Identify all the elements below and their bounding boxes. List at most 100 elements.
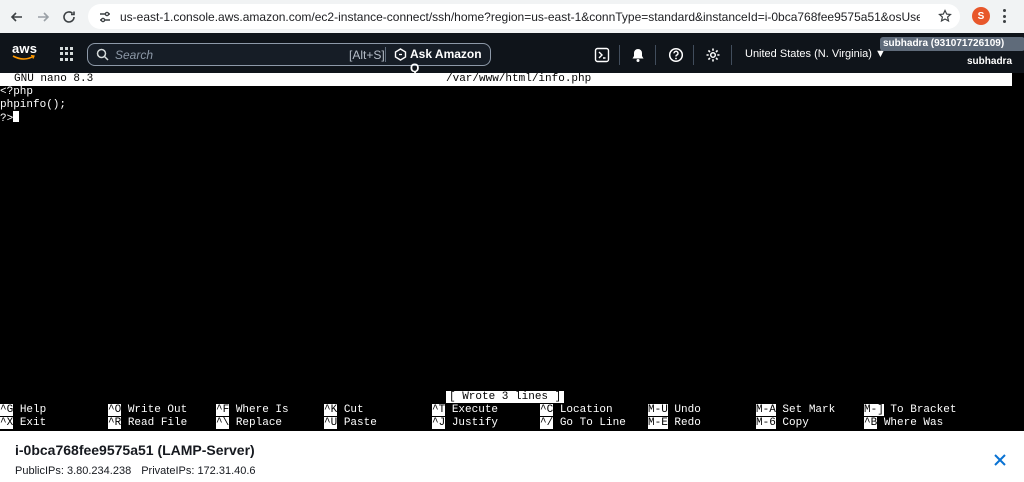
shortcut-key: ^O xyxy=(108,404,122,416)
close-icon[interactable] xyxy=(993,453,1007,467)
shortcut-label: To Bracket xyxy=(890,404,957,416)
code-line: ?> xyxy=(0,111,20,126)
arrow-right-icon xyxy=(38,11,50,22)
shortcut-justify: ^J Justify xyxy=(432,416,499,430)
shortcut-read-file: ^R Read File xyxy=(108,416,188,430)
header-separator xyxy=(693,45,694,65)
search-divider xyxy=(385,47,386,62)
site-settings-icon[interactable] xyxy=(98,10,112,24)
shortcut-label: Location xyxy=(559,404,613,416)
shortcut-help: ^G Help xyxy=(0,404,46,417)
search-placeholder: Search xyxy=(115,48,154,62)
shortcut-redo: M-E Redo xyxy=(648,416,701,430)
cloudshell-icon[interactable] xyxy=(594,47,610,63)
shortcut-paste: ^U Paste xyxy=(324,416,377,430)
instance-info-panel: i-0bca768fee9575a51 (LAMP-Server) Public… xyxy=(0,431,1024,482)
shortcut-key: ^/ xyxy=(540,416,554,429)
instance-title: i-0bca768fee9575a51 (LAMP-Server) xyxy=(15,442,255,458)
shortcut-label: Where Is xyxy=(235,404,289,416)
code-line-text: ?> xyxy=(0,113,14,125)
search-icon xyxy=(96,48,109,61)
reload-icon xyxy=(63,10,75,23)
settings-gear-icon[interactable] xyxy=(705,47,721,63)
shortcut-key: ^X xyxy=(0,416,14,429)
shortcut-execute: ^T Execute xyxy=(432,404,498,417)
shortcut-location: ^C Location xyxy=(540,404,613,417)
shortcut-undo: M-U Undo xyxy=(648,404,701,417)
browser-menu-icon[interactable] xyxy=(1002,9,1006,23)
shortcut-copy: M-6 Copy xyxy=(756,416,809,430)
shortcut-write-out: ^O Write Out xyxy=(108,404,187,417)
code-line: <?php xyxy=(0,86,34,98)
bookmark-star-icon[interactable] xyxy=(938,9,952,23)
account-badge[interactable]: subhadra (931071726109) xyxy=(880,37,1024,51)
console-search[interactable]: Search [Alt+S] Ask Amazon Q xyxy=(87,43,491,75)
private-ips: PrivateIPs: 172.31.40.6 xyxy=(141,465,256,477)
shortcut-label: Undo xyxy=(674,404,701,416)
shortcut-label: Replace xyxy=(235,416,283,429)
shortcut-key: M-U xyxy=(648,404,668,416)
shortcut-key: M-] xyxy=(864,404,884,416)
shortcut-go-to-line: ^/ Go To Line xyxy=(540,416,626,430)
shortcut-key: M-6 xyxy=(756,416,776,429)
shortcut-replace: ^\ Replace xyxy=(216,416,283,430)
profile-avatar[interactable]: S xyxy=(972,7,990,25)
ask-amazon-q-button[interactable]: Ask Amazon Q xyxy=(410,47,490,75)
shortcut-label: Go To Line xyxy=(559,416,626,429)
reload-button[interactable] xyxy=(56,4,82,30)
nano-title-bar: GNU nano 8.3 /var/www/html/info.php xyxy=(0,73,1012,86)
shortcut-key: ^R xyxy=(108,416,122,429)
url-text: us-east-1.console.aws.amazon.com/ec2-ins… xyxy=(120,9,920,24)
shortcut-label: Justify xyxy=(451,416,499,429)
aws-logo-text: aws xyxy=(12,41,38,56)
shortcut-label: Where Was xyxy=(883,416,944,429)
shortcut-key: M-E xyxy=(648,416,668,429)
shortcut-key: ^F xyxy=(216,404,230,416)
arrow-left-icon xyxy=(10,11,22,22)
help-icon[interactable] xyxy=(668,47,684,63)
shortcut-key: ^C xyxy=(540,404,554,416)
header-separator xyxy=(655,45,656,65)
shortcut-key: ^T xyxy=(432,404,446,416)
shortcut-key: ^U xyxy=(324,416,338,429)
shortcut-key: ^J xyxy=(432,416,446,429)
shortcut-label: Execute xyxy=(451,404,499,416)
shortcut-key: ^\ xyxy=(216,416,230,429)
code-line: phpinfo(); xyxy=(0,98,67,111)
instance-ips: PublicIPs: 3.80.234.238 PrivateIPs: 172.3… xyxy=(15,465,256,477)
shortcut-label: Write Out xyxy=(127,404,188,416)
region-selector[interactable]: United States (N. Virginia) ▼ xyxy=(745,48,886,60)
aws-logo[interactable]: aws xyxy=(12,41,38,63)
shortcut-exit: ^X Exit xyxy=(0,416,46,430)
shortcut-label: Cut xyxy=(343,404,364,416)
account-user-name[interactable]: subhadra xyxy=(967,56,1012,67)
shortcut-label: Help xyxy=(19,404,47,416)
address-bar[interactable]: us-east-1.console.aws.amazon.com/ec2-ins… xyxy=(88,4,960,29)
shortcut-label: Read File xyxy=(127,416,188,429)
shortcut-set-mark: M-A Set Mark xyxy=(756,404,835,417)
services-grid-icon[interactable] xyxy=(60,47,74,61)
shortcut-key: ^B xyxy=(864,416,878,429)
shortcut-where-was: ^B Where Was xyxy=(864,416,944,430)
notifications-bell-icon[interactable] xyxy=(630,47,646,63)
search-shortcut: [Alt+S] xyxy=(349,48,385,62)
header-separator xyxy=(731,45,732,65)
shortcut-label: Paste xyxy=(343,416,377,429)
nano-status-message: [ Wrote 3 lines ] xyxy=(446,391,565,403)
shortcut-key: ^K xyxy=(324,404,338,416)
amazon-q-icon xyxy=(394,48,407,61)
shortcut-key: M-A xyxy=(756,404,776,416)
forward-button[interactable] xyxy=(30,4,56,30)
shortcut-cut: ^K Cut xyxy=(324,404,364,417)
shortcut-label: Copy xyxy=(782,416,809,429)
back-button[interactable] xyxy=(4,4,30,30)
shortcut-key: ^G xyxy=(0,404,14,416)
public-ips: PublicIPs: 3.80.234.238 xyxy=(15,465,132,477)
shortcut-to-bracket: M-] To Bracket xyxy=(864,404,956,417)
header-separator xyxy=(619,45,620,65)
terminal[interactable]: GNU nano 8.3 /var/www/html/info.php <?ph… xyxy=(0,73,1024,431)
nano-file-path: /var/www/html/info.php xyxy=(446,73,592,85)
shortcut-label: Set Mark xyxy=(782,404,836,416)
shortcut-label: Redo xyxy=(674,416,701,429)
text-cursor xyxy=(13,111,20,122)
